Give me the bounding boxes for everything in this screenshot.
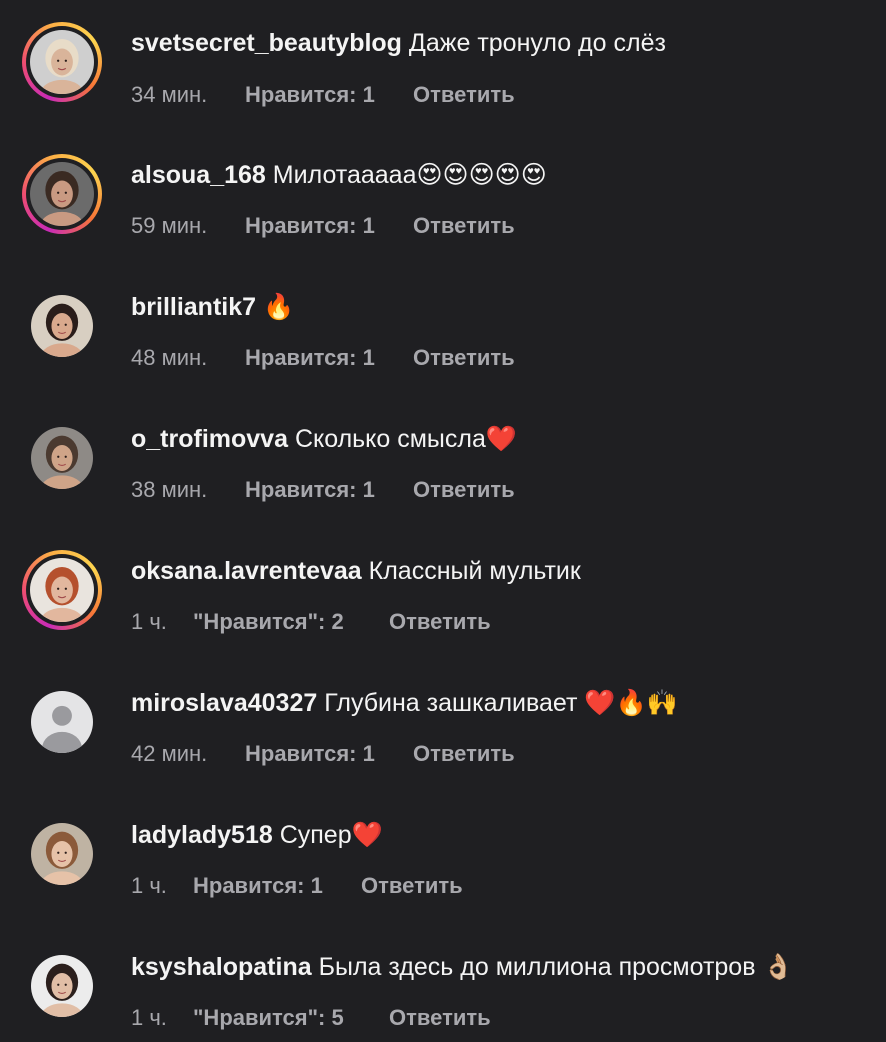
reply-button[interactable]: Ответить <box>413 477 515 502</box>
avatar-image <box>31 295 93 357</box>
likes-count-button[interactable]: Нравится: 1 <box>245 741 413 767</box>
likes-count-button[interactable]: Нравится: 1 <box>193 873 361 899</box>
comment-body: 🔥 <box>263 293 295 321</box>
comment-meta: 42 мин. Нравится: 1 Ответить <box>131 741 537 767</box>
reply-button[interactable]: Ответить <box>413 213 515 238</box>
avatar-story-ring[interactable] <box>22 154 102 234</box>
comment-text-line: alsoua_168 Милотааааа😍😍😍😍😍 <box>131 160 547 190</box>
comment-body: Классный мультик <box>368 557 581 585</box>
comment-username[interactable]: ladylady518 <box>131 821 273 849</box>
comment-body: Глубина зашкаливает ❤️🔥🙌 <box>324 689 678 717</box>
reply-button[interactable]: Ответить <box>413 345 515 370</box>
likes-count-button[interactable]: Нравится: 1 <box>245 477 413 503</box>
comment-username[interactable]: ksyshalopatina <box>131 953 312 981</box>
comment-body: Милотааааа😍😍😍😍😍 <box>272 161 547 189</box>
comment-meta: 1 ч. Нравится: 1 Ответить <box>131 873 485 899</box>
comment-text-line: miroslava40327 Глубина зашкаливает ❤️🔥🙌 <box>131 688 678 718</box>
avatar[interactable] <box>22 418 102 498</box>
likes-count-button[interactable]: Нравится: 1 <box>245 213 413 239</box>
likes-count-button[interactable]: "Нравится": 2 <box>193 609 389 635</box>
comment-text-line: brilliantik7 🔥 <box>131 292 294 322</box>
comment-timestamp: 38 мин. <box>131 477 208 502</box>
avatar[interactable] <box>22 946 102 1026</box>
default-avatar-icon <box>31 691 93 753</box>
comment-meta: 38 мин. Нравится: 1 Ответить <box>131 477 537 503</box>
comment-body: Сколько смысла❤️ <box>294 425 518 453</box>
comment-meta: 1 ч. "Нравится": 2 Ответить <box>131 609 513 635</box>
avatar-image <box>31 955 93 1017</box>
reply-button[interactable]: Ответить <box>389 609 491 634</box>
comment-body: Была здесь до миллиона просмотров 👌🏼 <box>318 953 794 981</box>
reply-button[interactable]: Ответить <box>413 741 515 766</box>
comment-text-line: oksana.lavrentevaa Классный мультик <box>131 556 581 586</box>
avatar-story-ring[interactable] <box>22 550 102 630</box>
likes-count-button[interactable]: Нравится: 1 <box>245 345 413 371</box>
avatar[interactable] <box>22 682 102 762</box>
comment-item: ksyshalopatina Была здесь до миллиона пр… <box>0 0 886 1030</box>
comment-text-line: ladylady518 Супер❤️ <box>131 820 383 850</box>
comment-timestamp: 1 ч. <box>131 873 167 898</box>
avatar-image <box>31 427 93 489</box>
likes-count-button[interactable]: "Нравится": 5 <box>193 1005 389 1031</box>
comment-meta: 48 мин. Нравится: 1 Ответить <box>131 345 537 371</box>
comment-username[interactable]: oksana.lavrentevaa <box>131 557 362 585</box>
comment-meta: 1 ч. "Нравится": 5 Ответить <box>131 1005 513 1031</box>
comment-meta: 59 мин. Нравится: 1 Ответить <box>131 213 537 239</box>
comment-body: Супер❤️ <box>279 821 383 849</box>
reply-button[interactable]: Ответить <box>389 1005 491 1030</box>
avatar-image <box>30 162 94 226</box>
comment-username[interactable]: alsoua_168 <box>131 161 266 189</box>
comment-timestamp: 42 мин. <box>131 741 208 766</box>
comment-username[interactable]: miroslava40327 <box>131 689 317 717</box>
comment-username[interactable]: o_trofimovva <box>131 425 288 453</box>
comment-timestamp: 48 мин. <box>131 345 208 370</box>
comment-timestamp: 59 мин. <box>131 213 208 238</box>
avatar[interactable] <box>22 814 102 894</box>
avatar[interactable] <box>22 286 102 366</box>
avatar-image <box>30 558 94 622</box>
reply-button[interactable]: Ответить <box>361 873 463 898</box>
comment-timestamp: 1 ч. <box>131 609 167 634</box>
comment-text-line: o_trofimovva Сколько смысла❤️ <box>131 424 517 454</box>
comment-text-line: ksyshalopatina Была здесь до миллиона пр… <box>131 952 794 982</box>
comment-timestamp: 1 ч. <box>131 1005 167 1030</box>
avatar-image <box>31 823 93 885</box>
comment-username[interactable]: brilliantik7 <box>131 293 256 321</box>
